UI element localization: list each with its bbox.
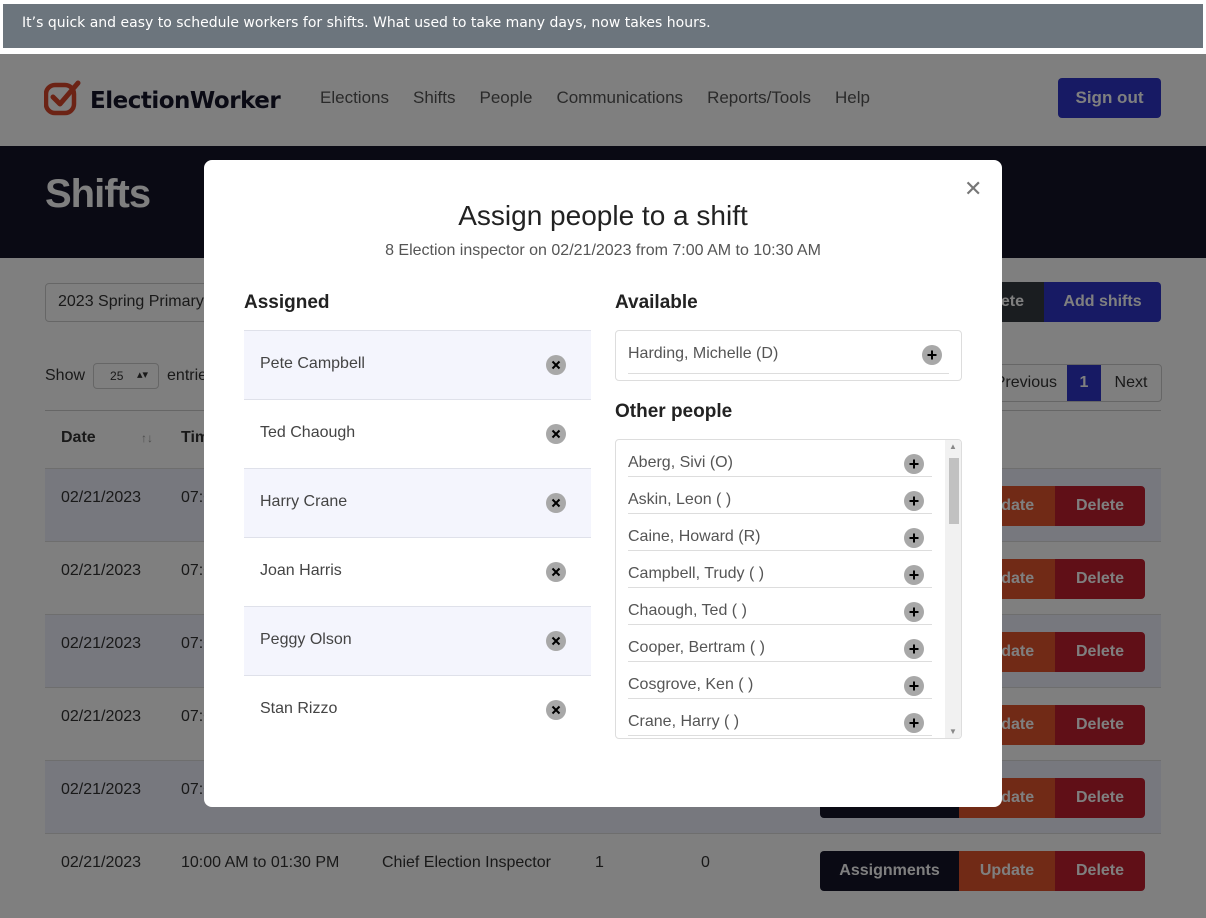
other-people-list: ▲ ▼ Aberg, Sivi (O) Askin, Leon ( ) Caine,… (615, 439, 962, 739)
list-item: Ted Chaough (244, 399, 591, 468)
add-person-icon[interactable] (922, 345, 942, 365)
scroll-up-icon[interactable]: ▲ (949, 442, 957, 451)
list-item: Askin, Leon ( ) (628, 477, 932, 514)
list-item: Campbell, Trudy ( ) (628, 551, 932, 588)
person-name: Cooper, Bertram ( ) (628, 639, 765, 656)
add-person-icon[interactable] (904, 602, 924, 622)
list-item: Harry Crane (244, 468, 591, 537)
info-banner: It’s quick and easy to schedule workers … (3, 4, 1203, 48)
add-person-icon[interactable] (904, 565, 924, 585)
person-name: Pete Campbell (260, 355, 365, 372)
add-person-icon[interactable] (904, 528, 924, 548)
modal-subtitle: 8 Election inspector on 02/21/2023 from … (385, 242, 821, 259)
assigned-list: Pete Campbell Ted Chaough Harry Crane Joan … (244, 330, 591, 744)
person-name: Harry Crane (260, 493, 348, 510)
person-name: Campbell, Trudy ( ) (628, 565, 765, 582)
list-item: Cosgrove, Ken ( ) (628, 662, 932, 699)
scroll-down-icon[interactable]: ▼ (949, 727, 957, 736)
list-item: Pete Campbell (244, 330, 591, 399)
list-item: Peggy Olson (244, 606, 591, 675)
remove-person-icon[interactable] (546, 493, 566, 513)
add-person-icon[interactable] (904, 676, 924, 696)
list-item: Aberg, Sivi (O) (628, 440, 932, 477)
available-heading: Available (615, 292, 698, 313)
person-name: Aberg, Sivi (O) (628, 454, 733, 471)
person-name: Cosgrove, Ken ( ) (628, 676, 754, 693)
remove-person-icon[interactable] (546, 700, 566, 720)
assign-people-modal: ✕ Assign people to a shift 8 Election in… (204, 160, 1002, 807)
person-name: Crane, Harry ( ) (628, 713, 740, 730)
person-name: Peggy Olson (260, 631, 352, 648)
person-name: Harding, Michelle (D) (628, 345, 779, 362)
assigned-heading: Assigned (244, 292, 330, 313)
scroll-thumb[interactable] (949, 458, 959, 524)
add-person-icon[interactable] (904, 454, 924, 474)
list-item: Cooper, Bertram ( ) (628, 625, 932, 662)
person-name: Ted Chaough (260, 424, 356, 441)
list-item: Caine, Howard (R) (628, 514, 932, 551)
add-person-icon[interactable] (904, 713, 924, 733)
scrollbar[interactable]: ▲ ▼ (945, 440, 961, 738)
person-name: Chaough, Ted ( ) (628, 602, 747, 619)
list-item: Joan Harris (244, 537, 591, 606)
person-name: Caine, Howard (R) (628, 528, 761, 545)
list-item: Chaough, Ted ( ) (628, 588, 932, 625)
person-name: Joan Harris (260, 562, 342, 579)
person-name: Askin, Leon ( ) (628, 491, 732, 508)
remove-person-icon[interactable] (546, 424, 566, 444)
close-icon[interactable]: ✕ (964, 177, 982, 201)
add-person-icon[interactable] (904, 491, 924, 511)
list-item: Crane, Harry ( ) (628, 699, 932, 736)
remove-person-icon[interactable] (546, 631, 566, 651)
modal-title: Assign people to a shift (458, 200, 748, 231)
person-name: Stan Rizzo (260, 700, 338, 717)
add-person-icon[interactable] (904, 639, 924, 659)
remove-person-icon[interactable] (546, 562, 566, 582)
remove-person-icon[interactable] (546, 355, 566, 375)
list-item: Stan Rizzo (244, 675, 591, 744)
list-item: Harding, Michelle (D) (628, 331, 949, 374)
other-people-heading: Other people (615, 401, 733, 422)
available-list: Harding, Michelle (D) (615, 330, 962, 381)
